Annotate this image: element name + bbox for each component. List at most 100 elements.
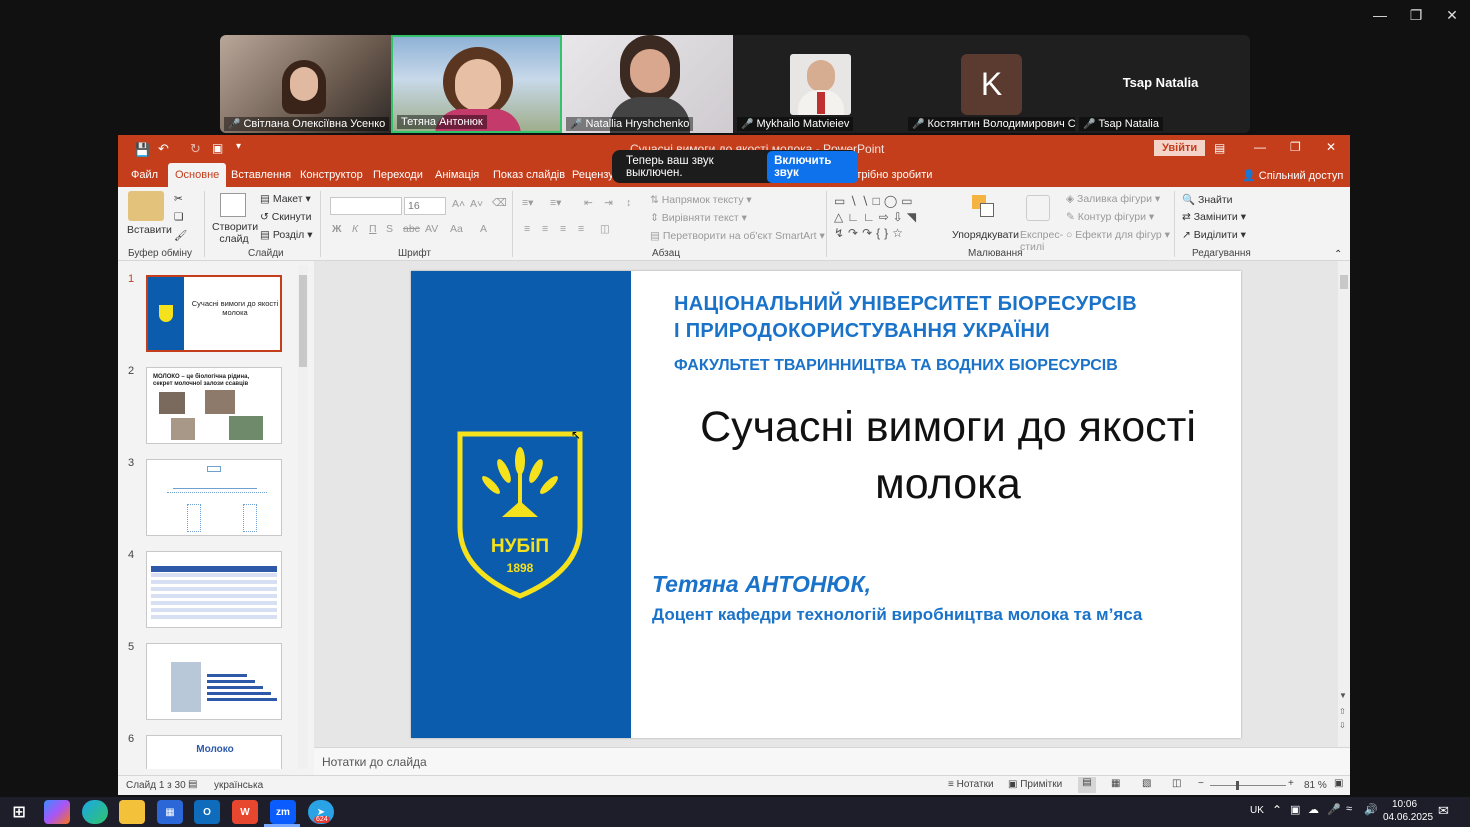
language-indicator[interactable]: українська: [214, 780, 263, 791]
slide-thumbnail[interactable]: МОЛОКО – це біологічна рідина, секрет мо…: [146, 367, 282, 444]
ppt-close-icon[interactable]: ✕: [1326, 140, 1336, 154]
new-slide-icon[interactable]: [220, 193, 246, 217]
new-slide-button[interactable]: Створити слайд: [212, 221, 258, 245]
zoom-in-icon[interactable]: +: [1288, 778, 1294, 789]
quick-styles-button[interactable]: Експрес-стилі: [1020, 229, 1063, 253]
normal-view-icon[interactable]: ▤: [1078, 777, 1096, 793]
notes-pane[interactable]: Нотатки до слайда: [314, 747, 1350, 775]
save-icon[interactable]: 💾: [134, 142, 150, 158]
participant-tile[interactable]: 🎤 Світлана Олексіївна Усенко: [220, 35, 391, 133]
customize-qat-icon[interactable]: ▾: [236, 141, 241, 152]
signin-button[interactable]: Увійти: [1154, 140, 1206, 156]
outlook-icon[interactable]: O: [194, 800, 220, 824]
comments-button[interactable]: ▣ Примітки: [1008, 779, 1062, 790]
scroll-down-icon[interactable]: ▼: [1339, 691, 1347, 700]
decrease-font-icon[interactable]: A˅: [470, 198, 483, 210]
tab-design[interactable]: Конструктор: [293, 163, 370, 187]
cut-icon[interactable]: ✂: [174, 193, 183, 205]
copilot-icon[interactable]: [44, 800, 70, 824]
ppt-minimize-icon[interactable]: —: [1254, 140, 1266, 154]
font-size-select[interactable]: 16: [404, 197, 446, 215]
microphone-icon[interactable]: 🎤: [1327, 803, 1341, 816]
collapse-ribbon-icon[interactable]: ⌃: [1334, 249, 1342, 260]
slide-thumbnail[interactable]: [146, 551, 282, 628]
align-center-icon[interactable]: ≡: [542, 223, 548, 235]
prev-slide-icon[interactable]: ⇧: [1339, 707, 1346, 716]
editor-scrollbar[interactable]: ▼ ⇧ ⇩: [1338, 261, 1350, 747]
slideshow-icon[interactable]: ◫: [1172, 778, 1181, 789]
shape-fill-button[interactable]: ◈ Заливка фігури ▾: [1066, 193, 1160, 205]
participant-tile[interactable]: K 🎤Костянтин Володимирович Суп...: [904, 35, 1075, 133]
numbering-icon[interactable]: ≡▾: [550, 197, 561, 209]
change-case-icon[interactable]: Aa: [450, 223, 463, 235]
keyboard-language[interactable]: UK: [1250, 805, 1264, 816]
increase-font-icon[interactable]: A˄: [452, 198, 465, 210]
slide-thumbnail[interactable]: [146, 643, 282, 720]
accessibility-icon[interactable]: ▤: [188, 779, 197, 790]
align-text-button[interactable]: ⇕ Вирівняти текст ▾: [650, 212, 747, 224]
clear-format-icon[interactable]: ⌫: [492, 197, 507, 209]
undo-icon[interactable]: ↶: [158, 141, 169, 157]
slide-thumbnail[interactable]: Молоко: [146, 735, 282, 769]
shadow-icon[interactable]: S: [386, 223, 393, 235]
decrease-indent-icon[interactable]: ⇤: [584, 197, 593, 209]
align-right-icon[interactable]: ≡: [560, 223, 566, 235]
columns-icon[interactable]: ◫: [600, 223, 610, 235]
zoom-app-icon[interactable]: zm: [270, 800, 296, 824]
restore-icon[interactable]: ❐: [1398, 0, 1434, 30]
layout-button[interactable]: ▤ Макет ▾: [260, 193, 311, 205]
paste-icon[interactable]: [128, 191, 164, 221]
format-painter-icon[interactable]: 🖌: [174, 229, 187, 242]
italic-icon[interactable]: К: [352, 223, 358, 235]
ribbon-display-icon[interactable]: ▤: [1214, 141, 1225, 155]
wps-office-icon[interactable]: W: [232, 800, 258, 824]
zoom-out-icon[interactable]: −: [1198, 778, 1204, 789]
windows-start-icon[interactable]: ⊞: [6, 800, 32, 824]
underline-icon[interactable]: П: [369, 223, 377, 235]
zoom-slider-thumb[interactable]: [1236, 781, 1239, 790]
close-icon[interactable]: ✕: [1434, 0, 1470, 30]
present-icon[interactable]: ▣: [212, 141, 223, 155]
line-spacing-icon[interactable]: ↕: [626, 197, 631, 209]
ppt-restore-icon[interactable]: ❐: [1290, 140, 1301, 154]
char-spacing-icon[interactable]: AV: [425, 223, 438, 235]
share-button[interactable]: 👤 Спільний доступ: [1242, 169, 1343, 182]
edge-browser-icon[interactable]: [82, 800, 108, 824]
meet-icon[interactable]: ▣: [1290, 803, 1300, 816]
align-left-icon[interactable]: ≡: [524, 223, 530, 235]
participant-tile[interactable]: Tsap Natalia 🎤 Tsap Natalia: [1075, 35, 1246, 133]
notifications-icon[interactable]: ✉: [1438, 803, 1449, 819]
paste-button[interactable]: Вставити: [127, 224, 172, 236]
zoom-level[interactable]: 81 %: [1304, 780, 1327, 791]
wifi-icon[interactable]: ≈: [1346, 803, 1352, 815]
participant-tile-active[interactable]: Тетяна Антонюк: [391, 35, 562, 133]
justify-icon[interactable]: ≡: [578, 223, 584, 235]
slide-thumbnail[interactable]: [146, 459, 282, 536]
shapes-gallery[interactable]: ▭∖∖□◯▭ △∟∟⇨⇩◥ ↯↷↷{}☆: [834, 193, 944, 243]
clock-time[interactable]: 10:06: [1392, 799, 1417, 810]
quick-styles-icon[interactable]: [1026, 195, 1050, 221]
strikethrough-icon[interactable]: abc: [403, 223, 420, 235]
shape-outline-button[interactable]: ✎ Контур фігури ▾: [1066, 211, 1154, 223]
tab-transitions[interactable]: Переходи: [366, 163, 430, 187]
redo-icon[interactable]: ↻: [190, 141, 201, 157]
select-button[interactable]: ↗ Виділити ▾: [1182, 229, 1246, 241]
tab-slideshow[interactable]: Показ слайдів: [486, 163, 572, 187]
convert-smartart-button[interactable]: ▤ Перетворити на об'єкт SmartArt ▾: [650, 230, 825, 242]
shape-effects-button[interactable]: ○ Ефекти для фігур ▾: [1066, 229, 1170, 241]
increase-indent-icon[interactable]: ⇥: [604, 197, 613, 209]
participant-tile[interactable]: 🎤 Natallia Hryshchenko: [562, 35, 733, 133]
slide-sorter-icon[interactable]: ▦: [1111, 778, 1120, 789]
tab-insert[interactable]: Вставлення: [224, 163, 298, 187]
clock-date[interactable]: 04.06.2025: [1383, 812, 1433, 823]
font-name-select[interactable]: [330, 197, 402, 215]
reset-button[interactable]: ↺ Скинути: [260, 211, 311, 223]
onedrive-icon[interactable]: ☁: [1308, 803, 1319, 816]
font-color-icon[interactable]: A: [480, 223, 487, 235]
current-slide[interactable]: НУБіП 1898 НАЦІОНАЛЬНИЙ УНІВЕРСИТЕТ БІОР…: [411, 271, 1241, 738]
slide-thumbnail[interactable]: Сучасні вимоги до якості молока: [146, 275, 282, 352]
thumbs-scrollbar[interactable]: [298, 265, 308, 769]
bold-icon[interactable]: Ж: [332, 223, 342, 235]
copy-icon[interactable]: ❏: [174, 211, 183, 223]
replace-button[interactable]: ⇄ Замінити ▾: [1182, 211, 1246, 223]
